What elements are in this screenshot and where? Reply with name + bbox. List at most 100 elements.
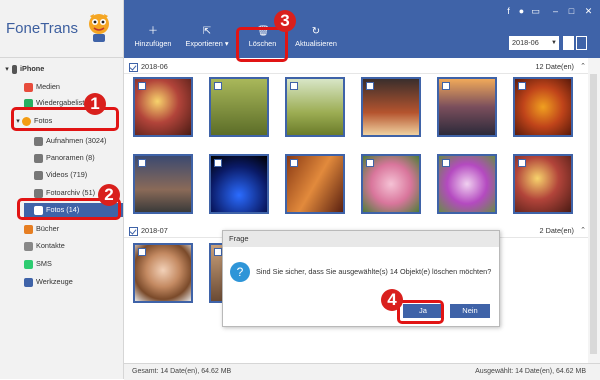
- phone-icon: [12, 64, 17, 74]
- section-checkbox[interactable]: [129, 62, 138, 72]
- photo-checkbox[interactable]: [290, 82, 298, 90]
- photo-thumbnail[interactable]: [285, 154, 345, 214]
- export-button[interactable]: ⇱ Exportieren ▾: [176, 26, 238, 56]
- photo-checkbox[interactable]: [138, 82, 146, 90]
- photo-checkbox[interactable]: [366, 159, 374, 167]
- photo-checkbox[interactable]: [214, 159, 222, 167]
- book-icon: [24, 224, 33, 234]
- no-button[interactable]: Nein: [450, 304, 490, 318]
- folder-icon: [34, 188, 43, 198]
- folder-icon: [34, 136, 43, 146]
- close-icon[interactable]: ✕: [583, 6, 594, 17]
- export-icon: ⇱: [202, 26, 212, 37]
- sidebar-item-medien[interactable]: Medien: [24, 80, 60, 94]
- refresh-icon: ↻: [311, 26, 321, 37]
- photo-thumbnail[interactable]: [361, 154, 421, 214]
- photo-checkbox[interactable]: [138, 248, 146, 256]
- sidebar-item-aufnahmen[interactable]: Aufnahmen (3024): [34, 134, 106, 148]
- section-date: 2018-06: [141, 62, 168, 71]
- photo-checkbox[interactable]: [518, 159, 526, 167]
- sidebar-item-label: Bücher: [36, 224, 60, 233]
- contacts-icon: [24, 241, 33, 251]
- sidebar-item-buecher[interactable]: Bücher: [24, 222, 59, 236]
- highlight-box-delete: [236, 27, 288, 62]
- step-badge-3: 3: [274, 10, 296, 32]
- export-label: Exportieren: [185, 39, 223, 48]
- step-badge-4: 4: [381, 289, 403, 311]
- sidebar-item-sms[interactable]: SMS: [24, 257, 52, 271]
- photo-thumbnail[interactable]: [209, 77, 269, 137]
- photo-checkbox[interactable]: [214, 82, 222, 90]
- section-count: 12 Date(en): [535, 62, 574, 71]
- device-label: iPhone: [20, 64, 45, 73]
- sms-icon: [24, 259, 33, 269]
- status-total: Gesamt: 14 Date(en), 64.62 MB: [132, 368, 232, 375]
- photo-thumbnail[interactable]: [513, 77, 573, 137]
- add-button[interactable]: ＋ Hinzufügen: [131, 26, 175, 56]
- refresh-button[interactable]: ↻ Aktualisieren: [291, 26, 341, 56]
- mascot-logo-icon: [89, 14, 109, 42]
- sidebar-item-label: SMS: [36, 259, 52, 268]
- photo-checkbox[interactable]: [442, 159, 450, 167]
- dialog-title: Frage: [223, 231, 499, 247]
- folder-icon: [34, 170, 43, 180]
- collapse-arrow-icon: ▾: [5, 66, 9, 73]
- sidebar-item-videos[interactable]: Videos (719): [34, 168, 87, 182]
- highlight-box-yes: [397, 300, 444, 324]
- maximize-icon[interactable]: □: [566, 6, 577, 17]
- status-selected: Ausgewählt: 14 Date(en), 64.62 MB: [475, 368, 586, 375]
- photo-checkbox[interactable]: [518, 82, 526, 90]
- sidebar-item-kontakte[interactable]: Kontakte: [24, 239, 65, 253]
- chevron-up-icon[interactable]: ⌃: [580, 60, 586, 73]
- sidebar-divider: [0, 57, 123, 58]
- sidebar-item-label: Werkzeuge: [36, 277, 73, 286]
- photo-checkbox[interactable]: [214, 248, 222, 256]
- date-filter-value: 2018-06: [512, 38, 539, 47]
- chat-icon[interactable]: ●: [516, 6, 527, 17]
- sidebar-item-label: Medien: [36, 82, 60, 91]
- device-node-iphone[interactable]: ▾ iPhone: [2, 62, 44, 76]
- sidebar-item-label: Aufnahmen (3024): [46, 136, 107, 145]
- photo-thumbnail[interactable]: [209, 154, 269, 214]
- status-bar: Gesamt: 14 Date(en), 64.62 MB Ausgewählt…: [124, 363, 600, 380]
- photo-thumbnail[interactable]: [133, 77, 193, 137]
- step-badge-1: 1: [84, 93, 106, 115]
- section-date: 2018-07: [141, 226, 168, 235]
- sidebar-item-label: Panoramen (8): [46, 153, 95, 162]
- photo-thumbnail[interactable]: [133, 243, 193, 303]
- plus-icon: ＋: [148, 26, 158, 37]
- minimize-icon[interactable]: –: [550, 6, 561, 17]
- scrollbar-thumb[interactable]: [590, 74, 597, 354]
- photo-thumbnail[interactable]: [437, 154, 497, 214]
- music-icon: [24, 82, 33, 92]
- section-count: 2 Date(en): [539, 226, 574, 235]
- photo-checkbox[interactable]: [138, 159, 146, 167]
- question-icon: ?: [230, 262, 250, 282]
- sidebar-item-label: Wiedergabeliste: [36, 98, 89, 107]
- chevron-down-icon: ▼: [551, 40, 557, 46]
- menu-icon[interactable]: ▭: [530, 6, 541, 17]
- chevron-up-icon[interactable]: ⌃: [580, 224, 586, 237]
- photo-thumbnail[interactable]: [361, 77, 421, 137]
- app-title: FoneTrans: [6, 20, 78, 37]
- photo-thumbnail[interactable]: [437, 77, 497, 137]
- photo-thumbnail[interactable]: [513, 154, 573, 214]
- section-checkbox[interactable]: [129, 226, 138, 236]
- photo-thumbnail[interactable]: [285, 77, 345, 137]
- dialog-message: Sind Sie sicher, dass Sie ausgewählte(s)…: [256, 267, 492, 276]
- facebook-icon[interactable]: f: [503, 6, 514, 17]
- list-view-button[interactable]: [576, 36, 587, 50]
- section-header: 2018-06 12 Date(en) ⌃: [124, 60, 588, 74]
- photo-checkbox[interactable]: [366, 82, 374, 90]
- sidebar-item-werkzeuge[interactable]: Werkzeuge: [24, 275, 73, 289]
- date-filter-select[interactable]: 2018-06 ▼: [509, 36, 559, 50]
- toolbox-icon: [24, 277, 33, 287]
- folder-icon: [34, 153, 43, 163]
- photo-thumbnail[interactable]: [133, 154, 193, 214]
- sidebar-item-label: Kontakte: [36, 241, 65, 250]
- grid-view-button[interactable]: [563, 36, 574, 50]
- step-badge-2: 2: [98, 184, 120, 206]
- photo-checkbox[interactable]: [290, 159, 298, 167]
- sidebar-item-panoramen[interactable]: Panoramen (8): [34, 151, 95, 165]
- photo-checkbox[interactable]: [442, 82, 450, 90]
